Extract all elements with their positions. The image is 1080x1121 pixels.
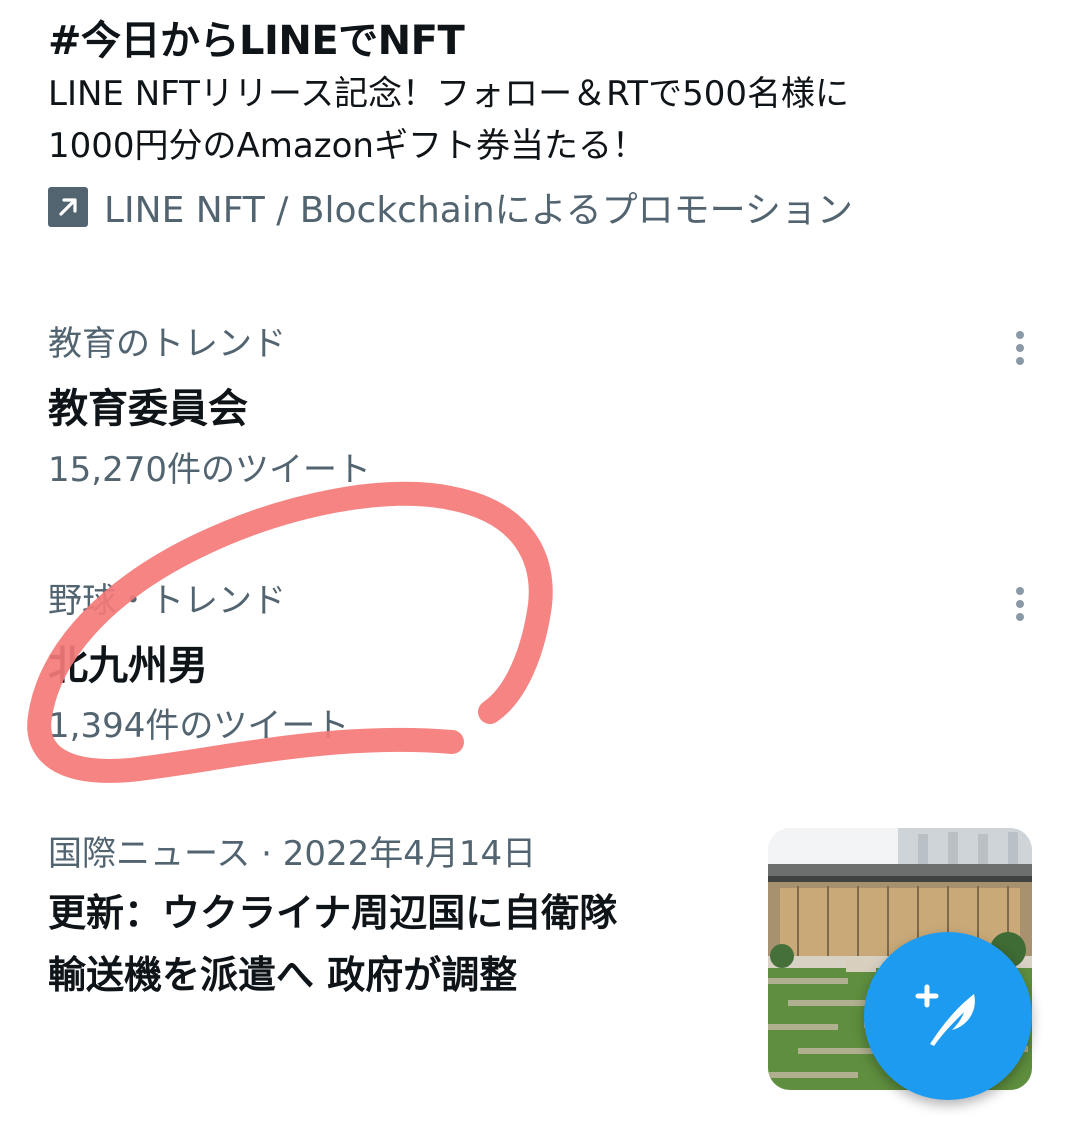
trend-tweet-count: 15,270件のツイート: [48, 450, 371, 490]
news-headline-line: 更新：ウクライナ周辺国に自衛隊: [48, 891, 618, 935]
trend-name[interactable]: 北九州男: [48, 633, 208, 691]
trend-tweet-count: 1,394件のツイート: [48, 706, 350, 746]
vertical-ellipsis-icon[interactable]: [996, 576, 1044, 632]
promoted-by[interactable]: LINE NFT / Blockchainによるプロモーション: [48, 182, 853, 232]
promoted-description-line: LINE NFTリリース記念！フォロー＆RTで500名様に: [48, 74, 849, 114]
news-date: 2022年4月14日: [282, 834, 537, 874]
promoted-trend-description: LINE NFTリリース記念！フォロー＆RTで500名様に 1000円分のAma…: [48, 68, 1008, 172]
promoted-description-line: 1000円分のAmazonギフト券当たる！: [48, 126, 646, 166]
trend-category: 野球・トレンド: [48, 581, 286, 621]
compose-tweet-feather-plus-icon: [915, 984, 975, 1046]
news-headline-line: 輸送機を派遣へ 政府が調整: [48, 953, 518, 997]
news-meta: 国際ニュース · 2022年4月14日: [48, 826, 536, 875]
vertical-ellipsis-icon[interactable]: [996, 320, 1044, 376]
news-separator: ·: [250, 834, 283, 874]
trend-name[interactable]: 教育委員会: [48, 376, 248, 434]
trend-category: 教育のトレンド: [48, 324, 286, 364]
promoted-by-label: LINE NFT / Blockchainによるプロモーション: [104, 190, 853, 231]
promoted-trend-title[interactable]: #今日からLINEでNFT: [48, 8, 465, 66]
news-headline[interactable]: 更新：ウクライナ周辺国に自衛隊 輸送機を派遣へ 政府が調整: [48, 882, 748, 1006]
compose-tweet-button[interactable]: [864, 932, 1032, 1100]
news-category: 国際ニュース: [48, 834, 251, 874]
external-link-arrow-icon: [48, 187, 88, 227]
